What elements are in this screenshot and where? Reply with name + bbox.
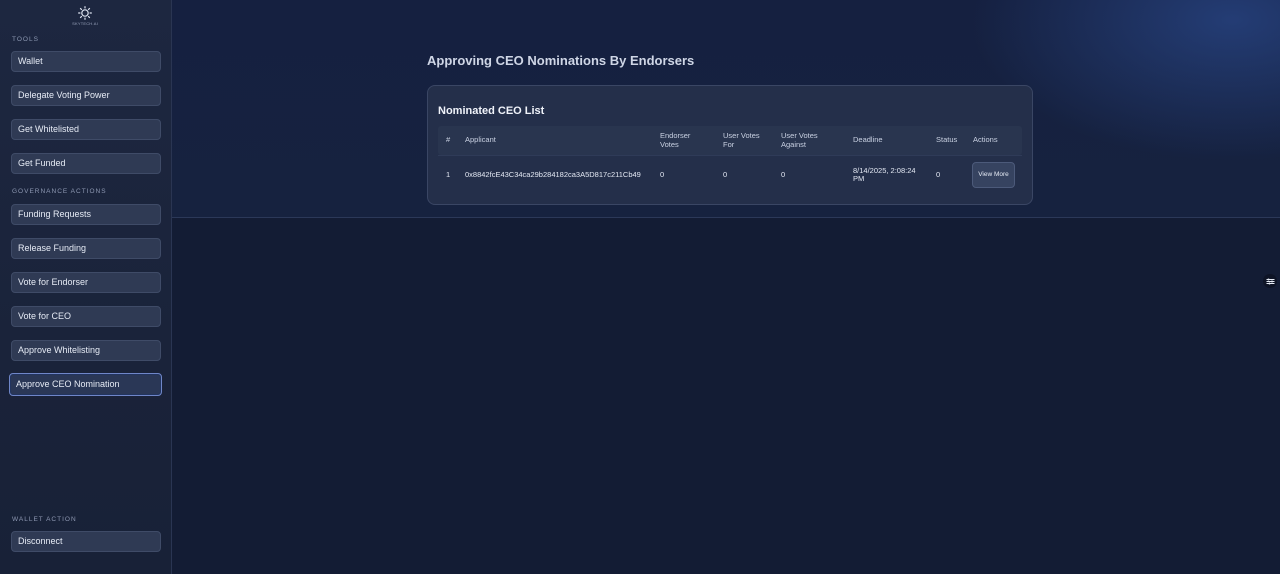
app-logo[interactable]: SKYTECH.AI	[70, 5, 100, 27]
sidebar-item-vote-for-ceo[interactable]: Vote for CEO	[11, 306, 161, 327]
cell-votes-for: 0	[723, 169, 728, 179]
column-header-endorser-votes: Endorser Votes	[660, 131, 691, 149]
table-row: 1 0x8842fcE43C34ca29b284182ca3A5D817c211…	[438, 155, 1022, 193]
cell-votes-against: 0	[781, 169, 786, 179]
column-header-votes-against: User Votes Against	[781, 131, 818, 149]
main-content: Approving CEO Nominations By Endorsers N…	[172, 0, 1280, 574]
sliders-icon	[1266, 278, 1274, 284]
floating-settings-button[interactable]	[1263, 274, 1277, 288]
sidebar: SKYTECH.AI TOOLS Wallet Delegate Voting …	[0, 0, 172, 574]
card-title: Nominated CEO List	[438, 105, 545, 117]
nominated-ceo-card: Nominated CEO List # Applicant Endorser …	[427, 85, 1033, 205]
page-title: Approving CEO Nominations By Endorsers	[427, 53, 695, 68]
view-more-button[interactable]: View More	[972, 162, 1015, 188]
sidebar-item-release-funding[interactable]: Release Funding	[11, 238, 161, 259]
section-label-tools: TOOLS	[12, 36, 39, 43]
hero-panel: Approving CEO Nominations By Endorsers N…	[172, 0, 1280, 218]
column-header-actions: Actions	[973, 135, 998, 145]
cell-applicant: 0x8842fcE43C34ca29b284182ca3A5D817c211Cb…	[465, 169, 641, 179]
logo-text: SKYTECH.AI	[72, 21, 98, 26]
app-root: SKYTECH.AI TOOLS Wallet Delegate Voting …	[0, 0, 1280, 574]
cell-endorser-votes: 0	[660, 169, 665, 179]
column-header-status: Status	[936, 135, 958, 145]
disconnect-button[interactable]: Disconnect	[11, 531, 161, 552]
section-label-wallet-action: WALLET ACTION	[12, 516, 77, 523]
table-header: # Applicant Endorser Votes User Votes Fo…	[438, 126, 1022, 155]
column-header-applicant: Applicant	[465, 135, 496, 145]
sidebar-item-vote-for-endorser[interactable]: Vote for Endorser	[11, 272, 161, 293]
sidebar-item-approve-whitelisting[interactable]: Approve Whitelisting	[11, 340, 161, 361]
gear-logo-icon	[78, 6, 92, 20]
sidebar-item-funding-requests[interactable]: Funding Requests	[11, 204, 161, 225]
cell-deadline: 8/14/2025, 2:08:24 PM	[853, 165, 916, 183]
sidebar-item-wallet[interactable]: Wallet	[11, 51, 161, 72]
sidebar-item-get-funded[interactable]: Get Funded	[11, 153, 161, 174]
section-label-governance: GOVERNANCE ACTIONS	[12, 188, 107, 195]
column-header-index: #	[446, 135, 451, 145]
cell-status: 0	[936, 169, 941, 179]
column-header-deadline: Deadline	[853, 135, 883, 145]
sidebar-item-get-whitelisted[interactable]: Get Whitelisted	[11, 119, 161, 140]
cell-index: 1	[446, 169, 451, 179]
sidebar-item-delegate-voting-power[interactable]: Delegate Voting Power	[11, 85, 161, 106]
column-header-votes-for: User Votes For	[723, 131, 760, 149]
sidebar-item-approve-ceo-nomination[interactable]: Approve CEO Nomination	[9, 373, 162, 396]
